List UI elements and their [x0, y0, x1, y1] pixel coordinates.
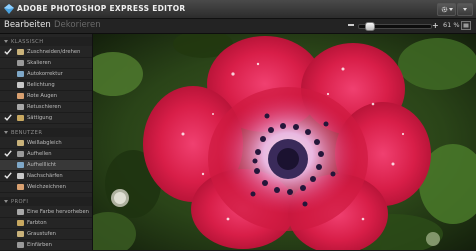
menu-button[interactable]: [457, 3, 473, 16]
sidebar-item[interactable]: Weichzeichnen: [0, 182, 92, 193]
sidebar-item-label: Aufhellen: [27, 151, 52, 157]
chevron-down-icon: [4, 200, 8, 203]
sidebar-item[interactable]: Nachschärfen: [0, 171, 92, 182]
sidebar-item[interactable]: Sättigung: [0, 113, 92, 124]
pop-color-icon: [17, 209, 24, 215]
exposure-icon: [17, 82, 24, 88]
section-header[interactable]: PROFI: [0, 197, 92, 206]
sidebar-item[interactable]: Eine Farbe hervorheben: [0, 207, 92, 218]
sidebar-item-label: Sättigung: [27, 115, 53, 121]
auto-correct-icon: [17, 71, 24, 77]
sidebar-item-label: Graustufen: [27, 231, 56, 237]
title-bar: ADOBE PHOTOSHOP EXPRESS EDITOR: [0, 0, 476, 19]
sidebar-item[interactable]: Graustufen: [0, 229, 92, 240]
zoom-out-icon[interactable]: [348, 24, 354, 26]
flower-photo: [93, 34, 476, 250]
settings-button[interactable]: [437, 3, 456, 16]
zoom-slider[interactable]: [358, 22, 432, 31]
sidebar-item[interactable]: Rote Augen: [0, 91, 92, 102]
tab-edit[interactable]: Bearbeiten: [4, 20, 51, 30]
sidebar-item[interactable]: Farbton: [0, 218, 92, 229]
sharpen-icon: [17, 173, 24, 179]
diamond-logo-icon: [4, 4, 14, 14]
sidebar-item-label: Zuschneiden/drehen: [27, 49, 81, 55]
checkmark-icon: [4, 48, 12, 55]
section-title: BENUTZER: [11, 129, 43, 136]
fill-light-icon: [17, 151, 24, 157]
section-title: KLASSISCH: [11, 38, 44, 45]
section-header[interactable]: BENUTZER: [0, 128, 92, 137]
checkmark-icon: [4, 114, 12, 121]
chevron-down-icon: [448, 8, 453, 11]
highlight-icon: [17, 162, 24, 168]
sidebar-item-label: Belichtung: [27, 82, 55, 88]
resize-icon: [17, 60, 24, 66]
sidebar-item[interactable]: Skalieren: [0, 58, 92, 69]
checkmark-icon: [4, 172, 12, 179]
sidebar-item-label: Retuschieren: [27, 104, 61, 110]
touchup-icon: [17, 104, 24, 110]
gear-icon: [441, 6, 447, 13]
sidebar-item-label: Eine Farbe hervorheben: [27, 209, 89, 215]
sidebar-item-label: Skalieren: [27, 60, 51, 66]
chevron-down-icon: [463, 8, 467, 11]
sidebar-item-label: Farbton: [27, 220, 47, 226]
soft-focus-icon: [17, 184, 24, 190]
sidebar-item[interactable]: Aufhellen: [0, 149, 92, 160]
sidebar-item-label: Aufhelllicht: [27, 162, 57, 168]
sidebar-item[interactable]: Retuschieren: [0, 102, 92, 113]
sidebar-item-label: Rote Augen: [27, 93, 58, 99]
fit-screen-icon[interactable]: [461, 21, 471, 30]
zoom-value: 61 %: [443, 21, 460, 29]
sidebar-item-label: Weichzeichnen: [27, 184, 66, 190]
sidebar-item-label: Autokorrektur: [27, 71, 63, 77]
saturation-icon: [17, 115, 24, 121]
tint-icon: [17, 242, 24, 248]
sidebar-item[interactable]: Zuschneiden/drehen: [0, 47, 92, 58]
chevron-down-icon: [4, 40, 8, 43]
sidebar-item[interactable]: Autokorrektur: [0, 69, 92, 80]
red-eye-icon: [17, 93, 24, 99]
toolbar: Bearbeiten Dekorieren + 61 %: [0, 19, 476, 34]
zoom-slider-handle[interactable]: [365, 22, 376, 31]
tab-decorate[interactable]: Dekorieren: [54, 20, 101, 30]
sidebar-item[interactable]: Weißabgleich: [0, 138, 92, 149]
section-header[interactable]: KLASSISCH: [0, 37, 92, 46]
checkmark-icon: [4, 150, 12, 157]
sidebar-item[interactable]: Aufhelllicht: [0, 160, 92, 171]
sidebar-item-label: Einfärben: [27, 242, 52, 248]
sidebar-item-label: Nachschärfen: [27, 173, 63, 179]
chevron-down-icon: [4, 131, 8, 134]
crop-icon: [17, 49, 24, 55]
sidebar-item[interactable]: Belichtung: [0, 80, 92, 91]
photo-canvas[interactable]: [93, 34, 476, 250]
black-white-icon: [17, 231, 24, 237]
zoom-in-icon[interactable]: +: [432, 21, 439, 30]
section-title: PROFI: [11, 198, 29, 205]
sidebar-item-label: Weißabgleich: [27, 140, 62, 146]
sidebar-item[interactable]: Einfärben: [0, 240, 92, 251]
hue-icon: [17, 220, 24, 226]
white-balance-icon: [17, 140, 24, 146]
tool-sidebar: KLASSISCH Zuschneiden/drehen Skalieren Auto…: [0, 34, 93, 251]
app-title: ADOBE PHOTOSHOP EXPRESS EDITOR: [17, 4, 186, 13]
